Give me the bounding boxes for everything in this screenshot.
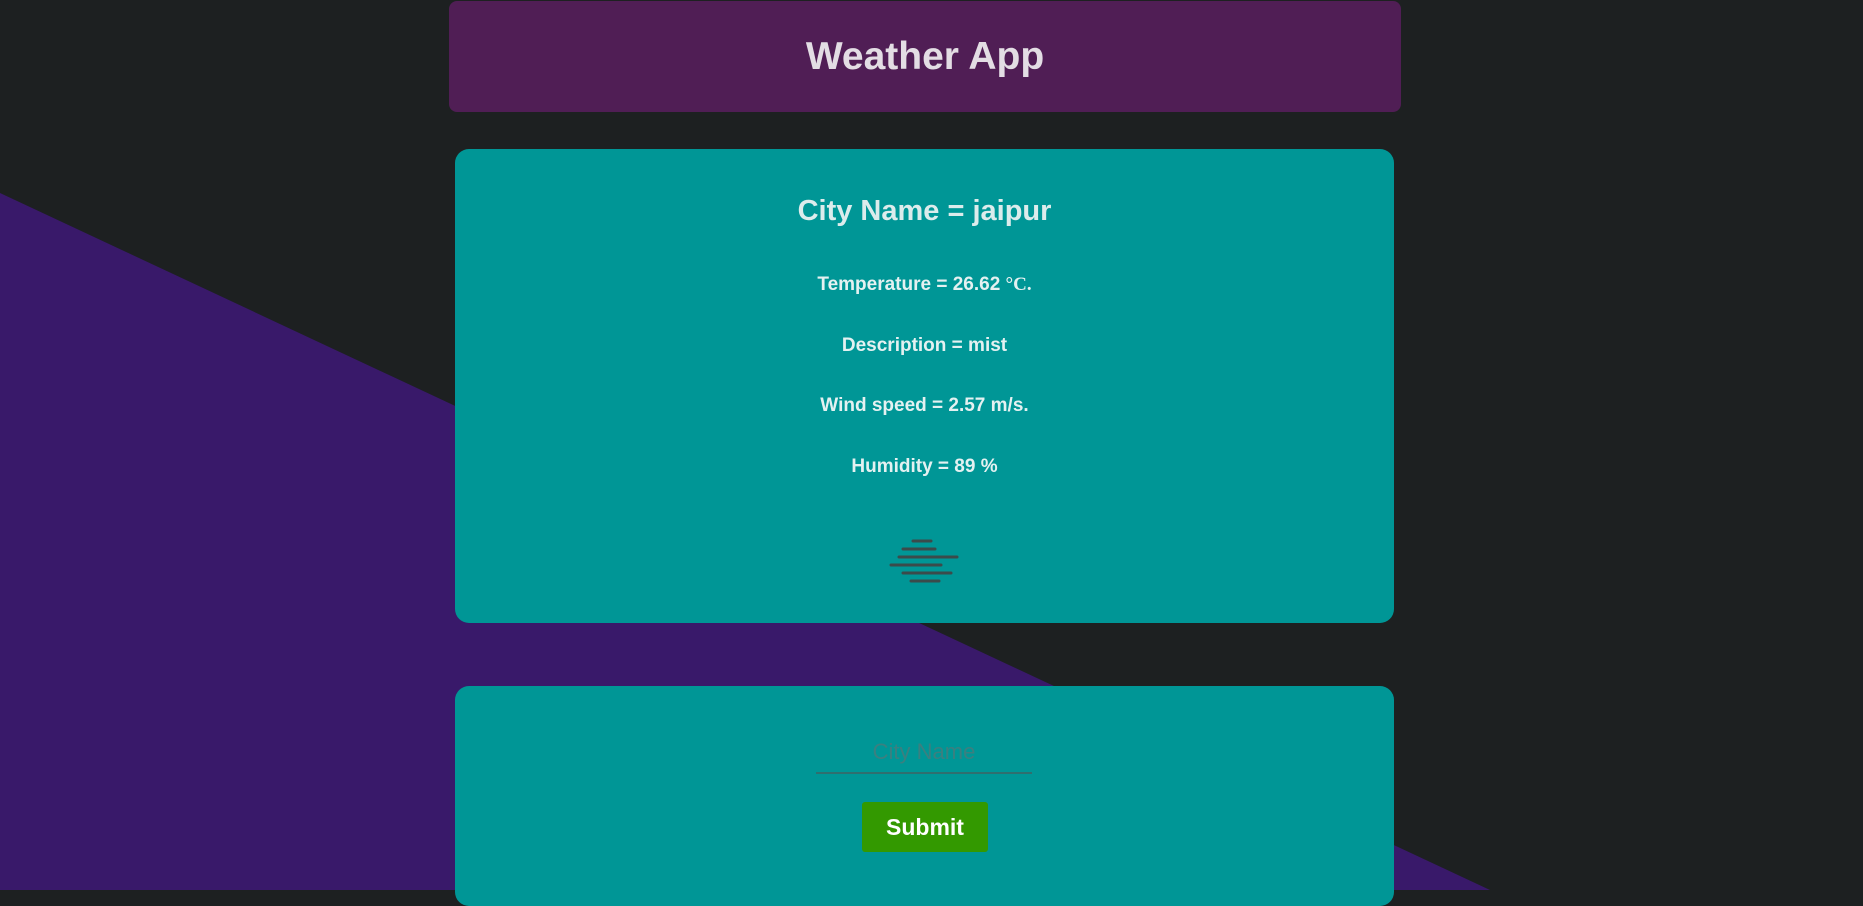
temperature-value: Temperature = 26.62	[817, 274, 1006, 295]
app-header: Weather App	[449, 1, 1401, 112]
app-title: Weather App	[805, 34, 1045, 78]
temperature-unit: °C.	[1005, 274, 1032, 295]
submit-button[interactable]: Submit	[862, 802, 988, 852]
city-name-heading: City Name = jaipur	[797, 195, 1052, 227]
city-name-input[interactable]	[816, 732, 1032, 774]
weather-result-card: City Name = jaipur Temperature = 26.62 °…	[455, 149, 1394, 623]
city-search-card: Submit	[455, 686, 1394, 906]
temperature-line: Temperature = 26.62 °C.	[455, 274, 1394, 296]
wind-speed-line: Wind speed = 2.57 m/s.	[820, 395, 1029, 416]
mist-icon	[889, 539, 959, 583]
description-line: Description = mist	[841, 335, 1008, 356]
humidity-line: Humidity = 89 %	[851, 456, 998, 477]
